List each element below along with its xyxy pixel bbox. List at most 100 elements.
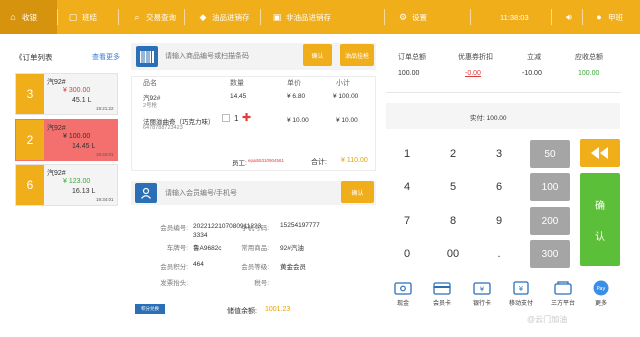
order-card[interactable]: 3 汽92# ¥ 300.00 45.1 L 19:21:22 [15, 73, 118, 115]
order-card[interactable]: 6 汽92# ¥ 123.00 16.13 L 19:34:01 [15, 164, 118, 206]
pay-third-party-label: 三方平台 [550, 301, 575, 307]
summary-discount: -10.00 [522, 70, 542, 77]
nav-divider [57, 9, 58, 25]
pay-bank-card[interactable]: ¥ 银行卡 [465, 280, 499, 312]
divider [386, 92, 621, 93]
key-7[interactable]: 7 [387, 207, 427, 235]
order-number: 3 [16, 74, 44, 114]
summary-receivable: 100.00 [578, 70, 600, 77]
quantity-plus-button[interactable]: ✚ [242, 111, 251, 124]
points-redeem-button[interactable]: 积分兑换 [135, 304, 165, 314]
pay-member-card[interactable]: 会员卡 [425, 280, 459, 312]
gear-icon: ⚙ [398, 11, 408, 22]
bank-card-icon: ¥ [472, 280, 492, 296]
nav-nonoil-stock-label: 非油品进销存 [286, 12, 331, 22]
nav-shift[interactable]: ▢ 班结 [60, 0, 105, 34]
nav-oil-stock-label: 油品进销存 [212, 12, 250, 22]
nav-divider [582, 9, 583, 25]
order-card-selected[interactable]: 2 汽92# ¥ 100.00 14.45 L 19:34:01 [15, 119, 118, 161]
phone-value: 15254197777 [280, 222, 320, 229]
key-00[interactable]: 00 [433, 240, 473, 268]
nav-divider [470, 9, 471, 25]
nav-settings[interactable]: ⚙ 设置 [390, 0, 435, 34]
svg-text:¥: ¥ [519, 285, 524, 293]
cash-icon [393, 280, 413, 296]
goods-row-subtotal: ¥ 100.00 [333, 93, 359, 100]
summary-header-discount: 立减 [527, 54, 541, 61]
summary-header-receivable: 应收总额 [575, 54, 603, 61]
refuel-nozzle-button[interactable]: 油品挂枪 [340, 44, 374, 66]
goods-row-subtotal: ¥ 10.00 [336, 117, 358, 124]
more-pay-icon: Pay [591, 280, 611, 296]
order-number: 6 [16, 165, 44, 205]
backspace-button[interactable] [580, 139, 620, 167]
quick-amount-50[interactable]: 50 [530, 140, 570, 168]
quantity-minus-button[interactable] [222, 114, 230, 122]
member-confirm-button[interactable]: 确认 [341, 181, 374, 203]
nav-transactions-label: 交易查询 [146, 12, 176, 22]
key-0[interactable]: 0 [387, 240, 427, 268]
user-menu[interactable]: ● 甲班 [586, 0, 631, 34]
key-2[interactable]: 2 [433, 140, 473, 168]
pay-third-party[interactable]: 三方平台 [546, 280, 580, 312]
nav-nonoil-stock[interactable]: ▣ 非油品进销存 [264, 0, 339, 34]
nav-divider [118, 9, 119, 25]
points-label: 会员积分: [160, 264, 188, 271]
order-product: 汽92# [47, 170, 66, 177]
clock: 11:38:03 [492, 0, 537, 34]
key-5[interactable]: 5 [433, 173, 473, 201]
barcode-icon[interactable] [136, 46, 158, 67]
pay-mobile-label: 移动支付 [508, 301, 533, 307]
view-more-link[interactable]: 查看更多 [92, 52, 120, 62]
nav-cashier[interactable]: ⌂ 收银 [0, 0, 57, 34]
order-liters: 14.45 L [72, 143, 96, 150]
invoice-label: 发票抬头: [160, 280, 188, 287]
pay-mobile[interactable]: ¥ 移动支付 [504, 280, 538, 312]
pay-bank-card-label: 银行卡 [472, 301, 491, 307]
balance-value: 1001.23 [265, 306, 291, 313]
phone-label: 手机号码: [241, 225, 269, 232]
third-party-icon [553, 280, 573, 296]
member-no-label: 会员编号: [160, 225, 188, 232]
key-6[interactable]: 6 [479, 173, 519, 201]
goods-row-price: ¥ 6.80 [287, 93, 306, 100]
member-search-input[interactable] [165, 187, 305, 199]
nav-oil-stock[interactable]: ◆ 油品进销存 [190, 0, 258, 34]
pay-cash[interactable]: 现金 [386, 280, 420, 312]
nav-transactions[interactable]: ⌕ 交易查询 [124, 0, 184, 34]
nav-settings-label: 设置 [412, 12, 427, 22]
shift-icon: ▢ [68, 11, 78, 22]
pay-more-label: 更多 [594, 301, 607, 307]
speaker-icon: 🔊︎ [566, 11, 572, 22]
box-icon: ▣ [272, 11, 282, 22]
confirm-label-2: 认 [595, 231, 605, 243]
product-code-input[interactable] [165, 49, 295, 63]
nav-divider [184, 9, 185, 25]
key-dot[interactable]: . [479, 240, 519, 268]
order-product: 汽92# [47, 125, 66, 132]
search-icon: ⌕ [134, 11, 140, 22]
key-1[interactable]: 1 [387, 140, 427, 168]
key-3[interactable]: 3 [479, 140, 519, 168]
order-time: 19:34:01 [96, 197, 114, 202]
confirm-payment-button[interactable]: 确 认 [580, 173, 620, 266]
order-amount: ¥ 100.00 [63, 133, 91, 140]
column-header-subtotal: 小计 [336, 80, 350, 87]
summary-header-coupon: 优惠券折扣 [458, 54, 493, 61]
nav-divider [551, 9, 552, 25]
quick-amount-300[interactable]: 300 [530, 240, 570, 268]
quick-amount-100[interactable]: 100 [530, 173, 570, 201]
goods-row-sub: 6478788723423 [143, 125, 183, 131]
key-9[interactable]: 9 [479, 207, 519, 235]
key-8[interactable]: 8 [433, 207, 473, 235]
volume-button[interactable]: 🔊︎ [556, 0, 582, 34]
quick-amount-200[interactable]: 200 [530, 207, 570, 235]
summary-coupon[interactable]: -0.00 [465, 70, 481, 77]
oil-drop-icon: ◆ [199, 11, 207, 22]
column-header-qty: 数量 [230, 80, 244, 87]
scan-confirm-button[interactable]: 确认 [303, 44, 332, 66]
key-4[interactable]: 4 [387, 173, 427, 201]
order-liters: 16.13 L [72, 188, 96, 195]
pay-more[interactable]: Pay 更多 [584, 280, 618, 312]
order-list-title: 《订单列表 [15, 53, 53, 62]
